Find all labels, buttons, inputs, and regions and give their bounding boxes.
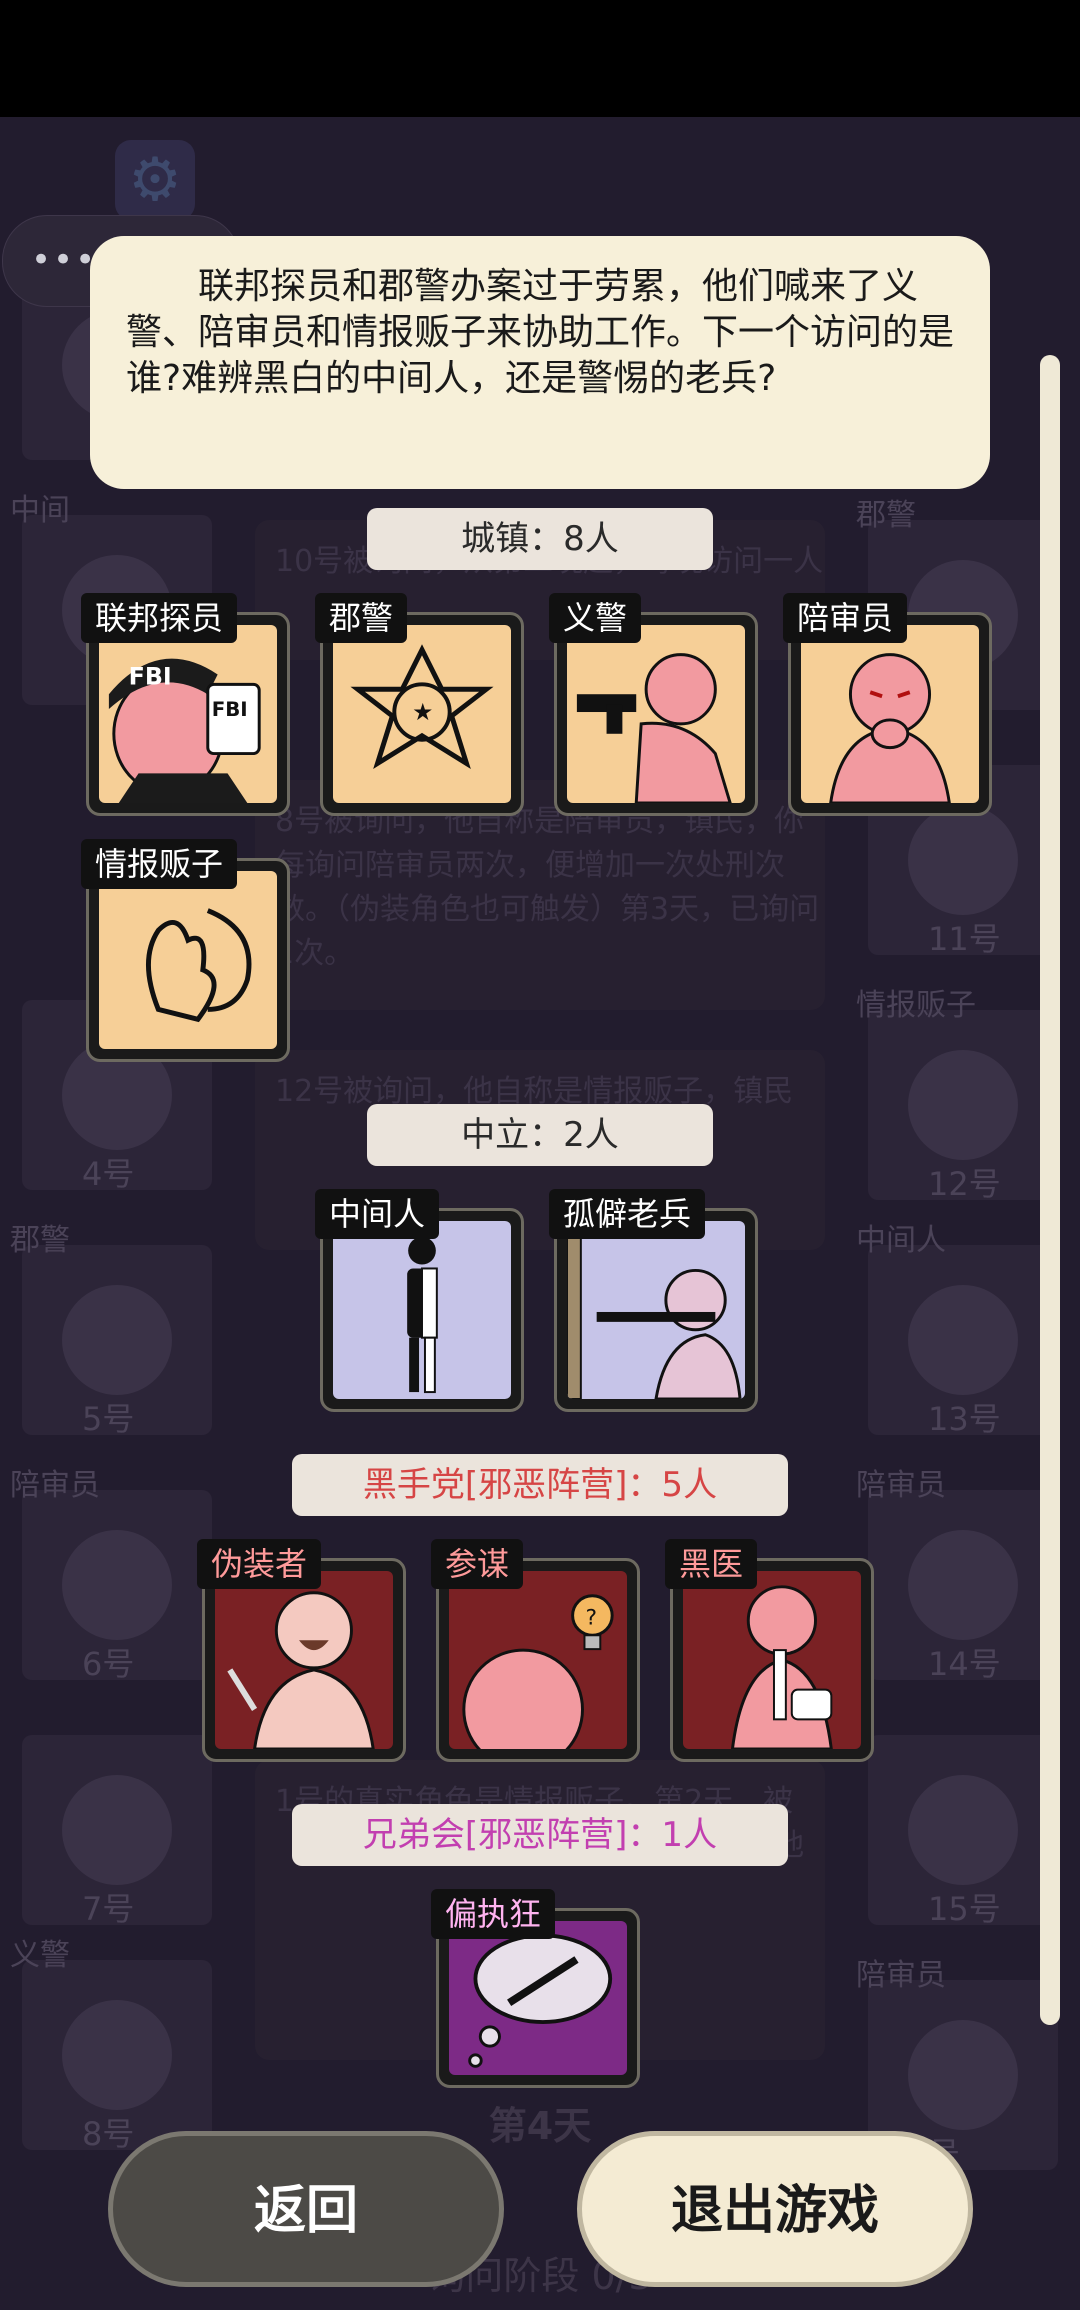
bg-card-tag: 陪审员 [856,1958,946,1993]
role-card-juror[interactable]: 陪审员 [783,593,992,816]
svg-text:?: ? [585,1605,597,1630]
bg-player-card: 情报贩子 12号 [856,988,1058,1203]
player-silhouette [908,1530,1018,1640]
role-name: 郡警 [315,593,408,643]
role-card-fbi[interactable]: FBI FBI 联邦探员 [81,593,290,816]
role-card-vigilante[interactable]: 义警 [549,593,758,816]
bg-player-card: 7号 [22,1735,212,1928]
role-name: 义警 [549,593,642,643]
bg-card-tag: 中间 [10,493,70,528]
bg-card-tag: 郡警 [856,498,916,533]
dialog-text: 联邦探员和郡警办案过于劳累，他们喊来了义警、陪审员和情报贩子来协助工作。下一个访… [126,266,955,399]
back-button[interactable]: 返回 [108,2131,504,2287]
exit-game-button[interactable]: 退出游戏 [577,2131,973,2287]
bg-log-text: 8号被询问，他自称是陪审员，镇民，你每询问陪审员两次，便增加一次处刑次数。（伪装… [275,804,820,971]
role-card-informant[interactable]: 情报贩子 [81,839,290,1062]
role-art-paranoid [449,1921,627,2075]
bg-card-tag: 郡警 [10,1223,70,1258]
bg-player-card: 中间人 13号 [856,1223,1058,1438]
scrollbar[interactable] [1040,355,1060,2025]
role-art-middleman [333,1221,511,1399]
role-art-fbi: FBI FBI [99,625,277,803]
role-name: 中间人 [315,1189,440,1239]
bg-card-number: 4号 [82,1155,135,1193]
role-art-strategist: ? [449,1571,627,1749]
bg-card-number: 14号 [928,1645,1001,1683]
bg-card-tag: 陪审员 [10,1468,100,1503]
bg-card-number: 6号 [82,1645,135,1683]
role-card-disguiser[interactable]: 伪装者 [197,1539,406,1762]
role-name: 情报贩子 [81,839,238,889]
bg-card-number: 13号 [928,1400,1001,1438]
role-name: 陪审员 [783,593,908,643]
bg-card-tag: 义警 [10,1938,70,1973]
section-label-black-hand: 黑手党[邪恶阵营]：5人 [292,1454,788,1516]
role-card-doctor[interactable]: 黑医 [665,1539,874,1762]
role-art-informant [99,871,277,1049]
player-silhouette [62,1285,172,1395]
player-silhouette [908,1050,1018,1160]
bg-player-card: 郡警 5号 [10,1223,212,1438]
role-card-middleman[interactable]: 中间人 [315,1189,524,1412]
role-name: 偏执狂 [431,1889,556,1939]
intro-dialog: 联邦探员和郡警办案过于劳累，他们喊来了义警、陪审员和情报贩子来协助工作。下一个访… [90,236,990,489]
player-silhouette [62,2000,172,2110]
role-art-veteran [567,1221,745,1399]
player-silhouette [62,1530,172,1640]
status-bar [0,0,1080,117]
player-silhouette [908,1775,1018,1885]
more-icon[interactable]: ••• [31,240,97,280]
bg-player-card: 15号 [868,1735,1058,1928]
svg-text:★: ★ [412,698,433,726]
role-card-strategist[interactable]: ? 参谋 [431,1539,640,1762]
bg-player-card: 陪审员 14号 [856,1468,1058,1683]
player-silhouette [908,1285,1018,1395]
role-art-disguiser [215,1571,393,1749]
role-name: 黑医 [665,1539,758,1589]
role-name: 联邦探员 [81,593,238,643]
bg-card-number: 12号 [928,1165,1001,1203]
role-card-veteran[interactable]: 孤僻老兵 [549,1189,758,1412]
bg-player-card: 陪审员 6号 [10,1468,212,1683]
bg-card-tag: 中间人 [856,1223,946,1258]
role-art-vigilante [567,625,745,803]
section-label-neutral: 中立：2人 [367,1104,713,1166]
role-name: 孤僻老兵 [549,1189,706,1239]
svg-text:FBI: FBI [129,662,172,690]
role-art-sheriff: ★ [333,625,511,803]
role-art-doctor [683,1571,861,1749]
role-card-paranoid[interactable]: 偏执狂 [431,1889,640,2088]
svg-text:FBI: FBI [212,698,248,721]
player-silhouette [62,1775,172,1885]
bg-card-number: 11号 [928,920,1001,958]
role-art-juror [801,625,979,803]
section-label-town: 城镇：8人 [367,508,713,570]
bg-card-number: 7号 [82,1890,135,1928]
bg-card-tag: 情报贩子 [856,988,976,1023]
bg-card-number: 5号 [82,1400,135,1438]
bg-card-tag: 陪审员 [856,1468,946,1503]
role-name: 伪装者 [197,1539,322,1589]
role-card-sheriff[interactable]: ★ 郡警 [315,593,524,816]
settings-gear-icon[interactable]: ⚙ [115,140,195,220]
section-label-brotherhood: 兄弟会[邪恶阵营]：1人 [292,1804,788,1866]
player-silhouette [908,805,1018,915]
bg-card-number: 15号 [928,1890,1001,1928]
role-name: 参谋 [431,1539,524,1589]
